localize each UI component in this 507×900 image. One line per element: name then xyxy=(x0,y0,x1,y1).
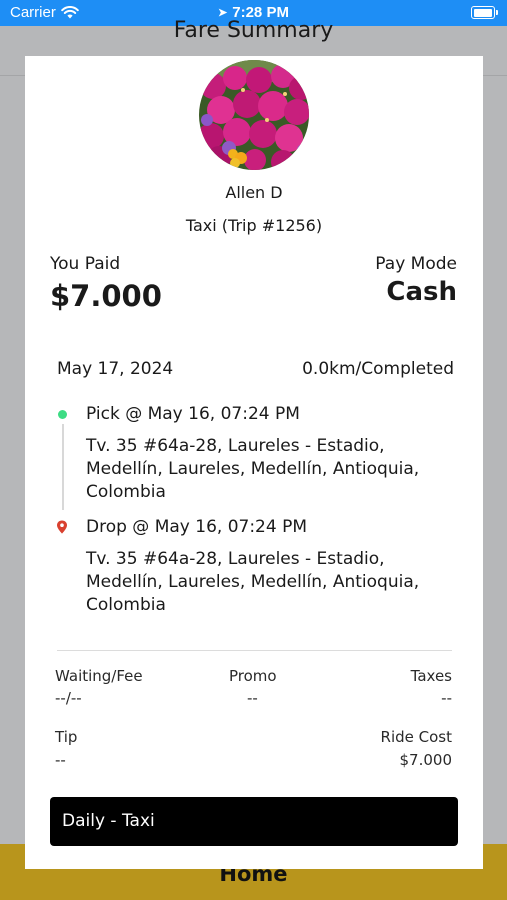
driver-name: Allen D xyxy=(225,183,283,202)
taxes-value: -- xyxy=(441,689,452,707)
pay-mode-label: Pay Mode xyxy=(375,254,457,274)
trip-date: May 17, 2024 xyxy=(57,359,174,379)
ride-cost-value: $7.000 xyxy=(399,751,453,769)
promo-value: -- xyxy=(247,689,258,707)
tip-value: -- xyxy=(55,751,66,769)
divider xyxy=(57,650,452,651)
plan-button[interactable]: Daily - Taxi xyxy=(50,797,458,846)
trip-label: Taxi (Trip #1256) xyxy=(185,216,323,235)
page-title: Fare Summary xyxy=(173,18,334,43)
pay-mode-value: Cash xyxy=(386,277,457,307)
promo-label: Promo xyxy=(229,667,277,685)
avatar xyxy=(199,60,309,170)
you-paid-label: You Paid xyxy=(50,254,121,274)
pickup-address: Tv. 35 #64a-28, Laureles - Estadio, Mede… xyxy=(86,436,420,502)
dropoff-title: Drop @ May 16, 07:24 PM xyxy=(86,517,308,537)
pickup-dot-icon xyxy=(58,410,67,419)
route-line xyxy=(61,424,64,510)
waiting-fee-value: --/-- xyxy=(55,689,82,707)
avatar-flowers-image xyxy=(199,60,309,170)
pickup-title: Pick @ May 16, 07:24 PM xyxy=(86,404,300,424)
dropoff-address: Tv. 35 #64a-28, Laureles - Estadio, Mede… xyxy=(86,549,420,615)
distance-status: 0.0km/Completed xyxy=(302,359,454,379)
taxes-label: Taxes xyxy=(410,667,452,685)
paid-amount: $7.000 xyxy=(50,279,162,313)
plan-label: Daily - Taxi xyxy=(62,811,155,831)
ride-cost-label: Ride Cost xyxy=(380,728,452,746)
drop-pin-icon xyxy=(57,520,67,534)
fare-summary-card: Allen D Taxi (Trip #1256) You Paid $7.00… xyxy=(25,56,483,869)
waiting-fee-label: Waiting/Fee xyxy=(55,667,143,685)
battery-fill xyxy=(473,8,492,17)
tip-label: Tip xyxy=(55,728,78,746)
